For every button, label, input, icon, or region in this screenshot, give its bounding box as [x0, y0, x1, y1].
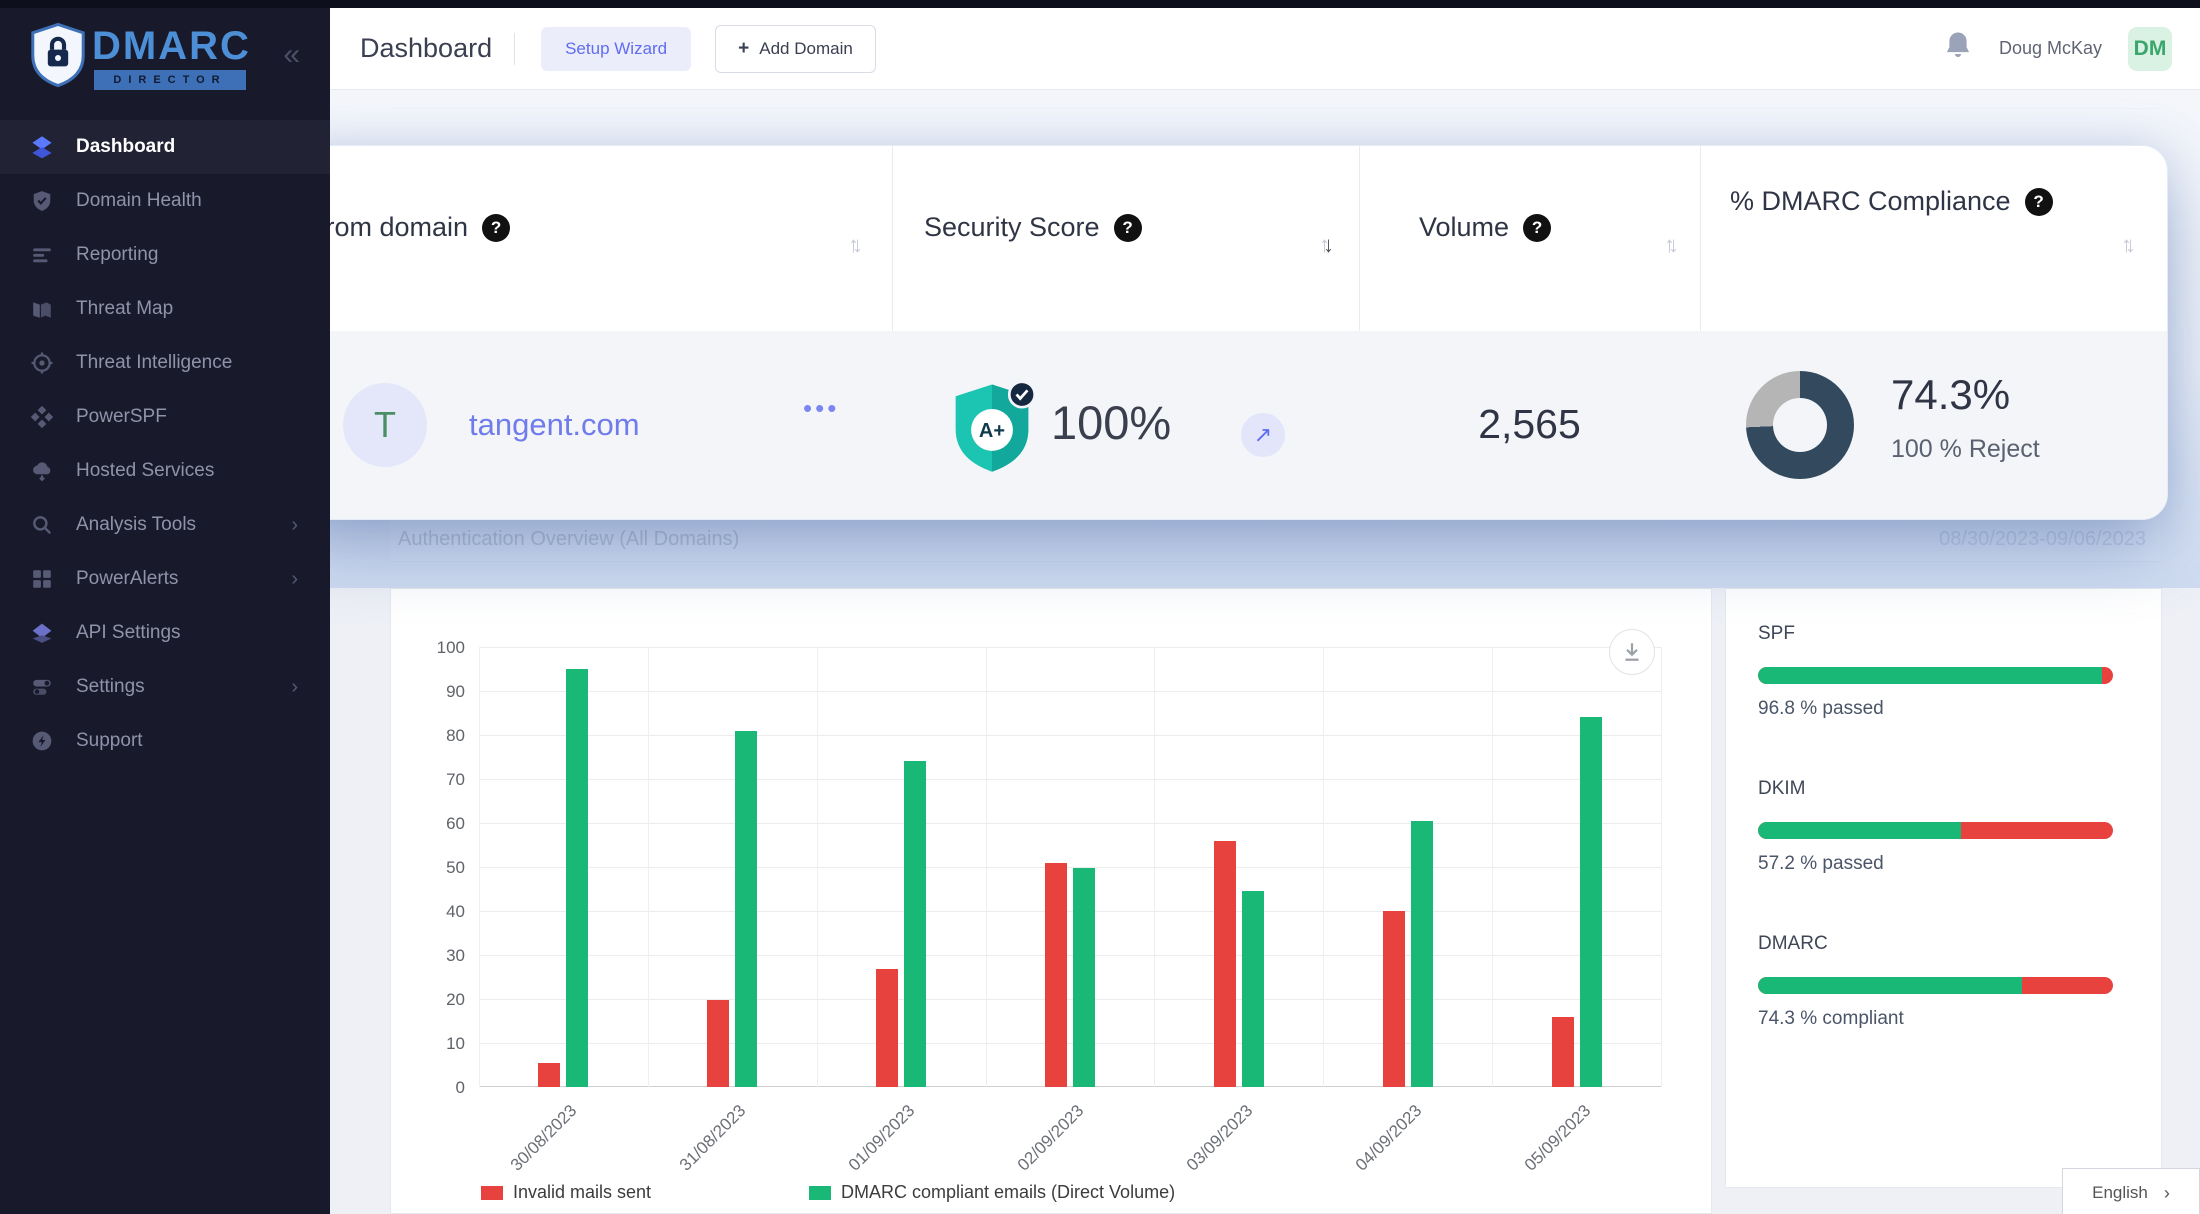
compliance-donut-chart — [1746, 371, 1854, 479]
shield-lock-logo-icon — [28, 22, 88, 93]
domain-link[interactable]: tangent.com — [469, 407, 640, 443]
column-header-security-score[interactable]: Security Score ? ↑↓ — [892, 146, 1359, 331]
column-header-dmarc-compliance[interactable]: % DMARC Compliance ? ↑↓ — [1700, 146, 2168, 331]
help-icon[interactable]: ? — [482, 214, 510, 242]
sidebar-item-api-settings[interactable]: API Settings — [0, 606, 330, 660]
sidebar-item-threat-map[interactable]: Threat Map — [0, 282, 330, 336]
shield-check-icon — [30, 189, 54, 213]
column-header-volume[interactable]: Volume ? ↑↓ — [1359, 146, 1700, 331]
help-icon[interactable]: ? — [1114, 214, 1142, 242]
help-icon[interactable]: ? — [1523, 214, 1551, 242]
grid-icon — [30, 567, 54, 591]
table-row-tangent[interactable]: T tangent.com ••• A+ 100% ↗ 2,565 74.3% — [283, 331, 2168, 520]
dmarc-director-app: DMARC DIRECTOR « Dashboard Domain Health… — [0, 0, 2200, 1214]
topbar: Dashboard Setup Wizard +Add Domain Doug … — [330, 8, 2200, 90]
stat-dkim: DKIM 57.2 % passed — [1758, 778, 2129, 875]
chevron-right-icon: › — [291, 568, 298, 591]
chevron-right-icon: › — [2164, 1183, 2170, 1204]
toggles-icon — [30, 675, 54, 699]
window-top-strip — [0, 0, 2200, 8]
legend-item: DMARC compliant emails (Direct Volume) — [809, 1182, 1175, 1203]
diamond-icon — [30, 621, 54, 645]
sort-icon[interactable]: ↑↓ — [1664, 232, 1672, 258]
language-selector[interactable]: English › — [2062, 1168, 2200, 1214]
layers-icon — [30, 135, 54, 159]
external-link-icon[interactable]: ↗ — [1241, 413, 1285, 457]
sidebar-item-support[interactable]: Support — [0, 714, 330, 768]
svg-text:A+: A+ — [979, 420, 1005, 442]
plus-icon: + — [738, 38, 749, 60]
sidebar-item-domain-health[interactable]: Domain Health — [0, 174, 330, 228]
spf-progress-bar — [1758, 667, 2113, 684]
target-icon — [30, 351, 54, 375]
row-actions-menu-icon[interactable]: ••• — [803, 393, 839, 424]
auth-stats-panel: SPF 96.8 % passed DKIM 57.2 % passed DMA… — [1725, 588, 2162, 1188]
sidebar-menu: Dashboard Domain Health Reporting Threat… — [0, 120, 330, 768]
help-icon[interactable]: ? — [2025, 188, 2053, 216]
y-axis-labels: 0102030405060708090100 — [391, 647, 465, 1087]
domain-avatar: T — [343, 383, 427, 467]
sidebar-collapse-icon[interactable]: « — [283, 38, 300, 72]
map-icon — [30, 297, 54, 321]
notification-bell-icon[interactable] — [1943, 30, 1973, 67]
sidebar-item-threat-intelligence[interactable]: Threat Intelligence — [0, 336, 330, 390]
table-header-row: From domain ? ↑↓ Security Score ? ↑↓ Vol… — [283, 146, 2168, 331]
sidebar-item-reporting[interactable]: Reporting — [0, 228, 330, 282]
security-score-value: 100% — [1051, 395, 1171, 450]
brand-name: DMARC — [92, 24, 251, 69]
language-label: English — [2092, 1183, 2148, 1203]
sidebar-item-hosted-services[interactable]: Hosted Services — [0, 444, 330, 498]
sidebar-item-settings[interactable]: Settings › — [0, 660, 330, 714]
setup-wizard-button[interactable]: Setup Wizard — [541, 27, 691, 71]
diamonds-icon — [30, 405, 54, 429]
legend-item: Invalid mails sent — [481, 1182, 651, 1203]
sidebar-item-powerspf[interactable]: PowerSPF — [0, 390, 330, 444]
domains-table-card: From domain ? ↑↓ Security Score ? ↑↓ Vol… — [282, 145, 2168, 520]
sidebar-item-analysis-tools[interactable]: Analysis Tools › — [0, 498, 330, 552]
compliance-percentage: 74.3% — [1891, 371, 2010, 419]
chevron-right-icon: › — [291, 676, 298, 699]
column-header-from-domain[interactable]: From domain ? ↑↓ — [283, 146, 892, 331]
support-bolt-icon — [30, 729, 54, 753]
user-name[interactable]: Doug McKay — [1999, 38, 2102, 59]
add-domain-button[interactable]: +Add Domain — [715, 25, 876, 73]
dmarc-progress-bar — [1758, 977, 2113, 994]
chevron-right-icon: › — [291, 514, 298, 537]
sidebar: DMARC DIRECTOR « Dashboard Domain Health… — [0, 8, 330, 1214]
sidebar-item-poweralerts[interactable]: PowerAlerts › — [0, 552, 330, 606]
x-axis-labels: 30/08/202331/08/202301/09/202302/09/2023… — [479, 647, 1661, 1087]
cloud-icon — [30, 459, 54, 483]
chart-legend: Invalid mails sent DMARC compliant emails… — [391, 1182, 1713, 1208]
sort-icon[interactable]: ↑↓ — [2121, 232, 2129, 258]
dkim-progress-bar — [1758, 822, 2113, 839]
stat-spf: SPF 96.8 % passed — [1758, 623, 2129, 720]
download-chart-button[interactable] — [1609, 629, 1655, 675]
report-lines-icon — [30, 243, 54, 267]
page-title: Dashboard — [360, 33, 492, 64]
user-avatar[interactable]: DM — [2128, 27, 2172, 71]
sort-icon[interactable]: ↑↓ — [848, 232, 856, 258]
security-score-shield-icon: A+ — [946, 379, 1038, 484]
stat-dmarc: DMARC 74.3 % compliant — [1758, 933, 2129, 1030]
topbar-divider — [514, 33, 515, 65]
brand-logo[interactable]: DMARC DIRECTOR « — [0, 14, 330, 100]
brand-subname: DIRECTOR — [94, 70, 246, 90]
volume-value: 2,565 — [1359, 401, 1700, 448]
sidebar-item-dashboard[interactable]: Dashboard — [0, 120, 330, 174]
sort-icon-active-desc[interactable]: ↑↓ — [1319, 232, 1327, 258]
authentication-chart-card: 0102030405060708090100 30/08/202331/08/2… — [390, 588, 1712, 1214]
magnifier-icon — [30, 513, 54, 537]
compliance-policy: 100 % Reject — [1891, 435, 2040, 464]
